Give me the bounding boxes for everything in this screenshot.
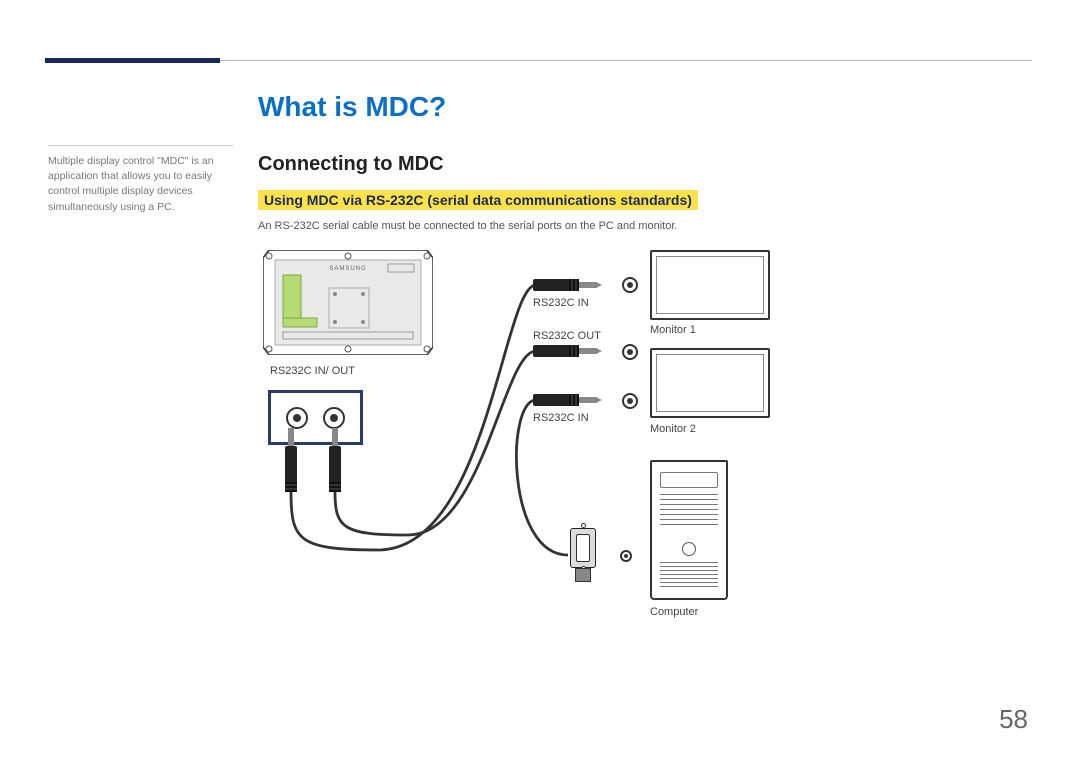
db9-connector-icon — [566, 528, 600, 588]
port-icon — [620, 550, 632, 562]
sidebar-description: Multiple display control "MDC" is an app… — [48, 145, 233, 215]
rs232c-out-label: RS232C OUT — [533, 330, 601, 342]
port-icon — [622, 277, 638, 293]
computer-tower-icon — [650, 460, 728, 600]
page-number: 58 — [999, 704, 1028, 735]
port-icon — [622, 344, 638, 360]
subsection-highlight: Using MDC via RS-232C (serial data commu… — [258, 190, 698, 210]
rs232c-in-label: RS232C IN — [533, 297, 589, 309]
content-row: Multiple display control "MDC" is an app… — [48, 91, 1032, 650]
main-column: What is MDC? Connecting to MDC Using MDC… — [258, 91, 1032, 650]
rs232c-in-label-2: RS232C IN — [533, 412, 589, 424]
port-icon — [622, 393, 638, 409]
jack-plug-icon — [533, 344, 603, 358]
manual-page: Multiple display control "MDC" is an app… — [0, 0, 1080, 763]
sidebar-note: Multiple display control "MDC" is an app… — [48, 91, 258, 650]
monitor-icon — [650, 348, 770, 418]
computer-label: Computer — [650, 606, 698, 618]
monitor1-label: Monitor 1 — [650, 324, 696, 336]
jack-plug-icon — [533, 278, 603, 292]
monitor2-label: Monitor 2 — [650, 423, 696, 435]
header-rule — [48, 60, 1032, 61]
jack-plug-icon — [533, 393, 603, 407]
body-text: An RS-232C serial cable must be connecte… — [258, 220, 1032, 232]
section-title: Connecting to MDC — [258, 153, 1032, 176]
page-title: What is MDC? — [258, 91, 1032, 123]
monitor-icon — [650, 250, 770, 320]
connection-diagram: SAMSUNG — [258, 250, 818, 650]
